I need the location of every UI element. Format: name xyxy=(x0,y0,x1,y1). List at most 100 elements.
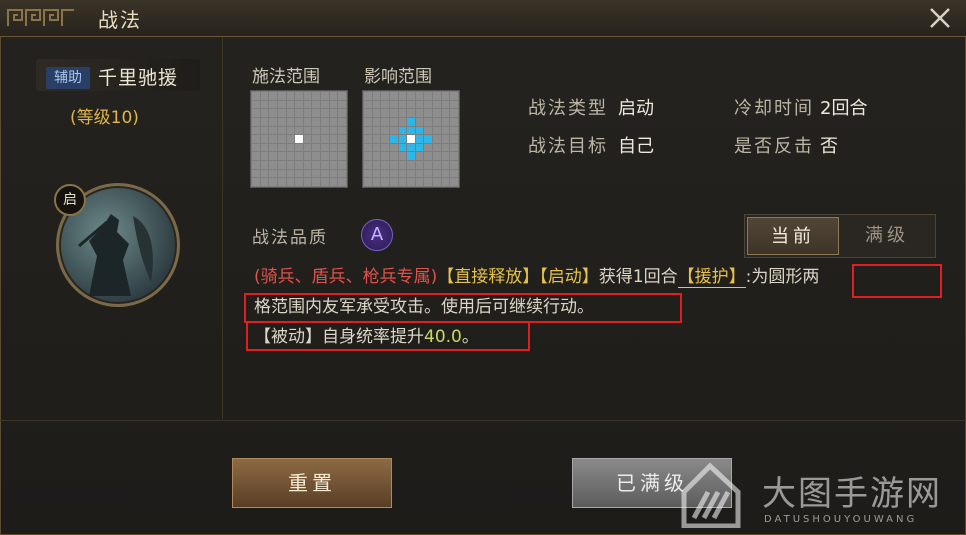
grid-cell xyxy=(372,100,381,109)
cooldown-value: 2回合 xyxy=(820,98,868,119)
grid-cell xyxy=(364,135,372,143)
grid-cell xyxy=(407,178,415,186)
grid-cell xyxy=(372,126,381,135)
grid-cell xyxy=(441,126,450,135)
grid-cell xyxy=(338,152,346,161)
grid-cell xyxy=(364,100,372,109)
grid-cell xyxy=(424,152,433,161)
grid-cell xyxy=(424,169,433,178)
grid-cell xyxy=(312,152,321,161)
grid-cell xyxy=(312,92,321,100)
skill-name: 千里驰援 xyxy=(98,67,179,89)
grid-cell xyxy=(338,100,346,109)
grid-cell xyxy=(277,135,286,143)
grid-cell xyxy=(372,161,381,169)
highlight-box-2 xyxy=(244,293,682,323)
grid-cell xyxy=(295,117,303,126)
grid-cell xyxy=(312,178,321,186)
grid-cell xyxy=(441,109,450,117)
grid-cell xyxy=(338,117,346,126)
info-cooldown: 冷却时间 2回合 xyxy=(734,94,867,120)
grid-cell xyxy=(295,161,303,169)
grid-cell xyxy=(398,100,407,109)
troop-restriction: (骑兵、盾兵、枪兵专属) xyxy=(254,267,438,287)
grid-cell xyxy=(286,109,295,117)
skill-type-value: 启动 xyxy=(618,98,654,119)
grid-cell xyxy=(252,143,260,152)
grid-cell xyxy=(381,178,389,186)
grid-cell xyxy=(398,152,407,161)
grid-cell xyxy=(389,126,398,135)
desc-text-1: 获得1回合 xyxy=(598,267,678,287)
grid-cell xyxy=(295,152,303,161)
grid-cell xyxy=(252,152,260,161)
grid-cell xyxy=(381,161,389,169)
grid-cell xyxy=(277,109,286,117)
grid-cell xyxy=(450,143,458,152)
grid-cell xyxy=(450,126,458,135)
grid-cell xyxy=(295,169,303,178)
grid-cell xyxy=(329,100,338,109)
watermark-title: 大图手游网 xyxy=(762,474,942,514)
grid-cell xyxy=(303,161,312,169)
watermark-subtitle: DATUSHOUYOUWANG xyxy=(764,514,918,525)
grid-cell xyxy=(424,135,433,143)
grid-cell xyxy=(295,143,303,152)
grid-cell xyxy=(389,143,398,152)
grid-cell xyxy=(260,152,269,161)
grid-cell xyxy=(389,117,398,126)
grid-cell xyxy=(312,169,321,178)
grid-cell xyxy=(295,126,303,135)
grid-cell xyxy=(312,135,321,143)
tab-max-level[interactable]: 满级 xyxy=(841,217,933,255)
grid-cell xyxy=(415,178,424,186)
grid-cell xyxy=(312,143,321,152)
grid-cell xyxy=(329,135,338,143)
grid-cell xyxy=(381,169,389,178)
grid-cell xyxy=(286,126,295,135)
reset-button[interactable]: 重置 xyxy=(232,458,392,508)
grid-cell xyxy=(303,178,312,186)
grid-cell xyxy=(252,135,260,143)
grid-cell xyxy=(381,152,389,161)
close-icon[interactable] xyxy=(926,4,954,32)
grid-cell xyxy=(277,178,286,186)
grid-cell xyxy=(398,178,407,186)
grid-cell xyxy=(424,92,433,100)
grid-cell xyxy=(286,92,295,100)
grid-cell xyxy=(252,117,260,126)
grid-cell xyxy=(269,152,277,161)
grid-cell xyxy=(450,169,458,178)
grid-cell xyxy=(286,117,295,126)
grid-cell xyxy=(407,126,415,135)
grid-cell xyxy=(321,143,329,152)
grid-cell xyxy=(277,92,286,100)
skill-type-key: 战法类型 xyxy=(528,98,608,119)
grid-cell xyxy=(389,135,398,143)
grid-cell xyxy=(389,178,398,186)
grid-cell xyxy=(312,100,321,109)
grid-cell xyxy=(450,109,458,117)
tab-current[interactable]: 当前 xyxy=(747,217,839,255)
status-link-support[interactable]: 【援护】 xyxy=(677,267,746,288)
info-counter: 是否反击否 xyxy=(734,132,838,158)
divider xyxy=(0,420,966,421)
grid-cell xyxy=(338,135,346,143)
grid-cell xyxy=(277,152,286,161)
grid-cell xyxy=(415,143,424,152)
grid-cell xyxy=(364,143,372,152)
grid-cell xyxy=(269,109,277,117)
grid-cell xyxy=(372,92,381,100)
grid-cell xyxy=(398,135,407,143)
grid-cell xyxy=(260,109,269,117)
skill-type-badge: 辅助 xyxy=(46,67,90,89)
quality-label: 战法品质 xyxy=(252,228,328,248)
grid-cell xyxy=(450,161,458,169)
grid-cell xyxy=(433,117,441,126)
grid-cell xyxy=(389,92,398,100)
grid-cell xyxy=(389,169,398,178)
grid-cell xyxy=(286,161,295,169)
skill-level: (等级10) xyxy=(70,108,139,128)
grid-cell xyxy=(286,178,295,186)
grid-cell xyxy=(260,92,269,100)
